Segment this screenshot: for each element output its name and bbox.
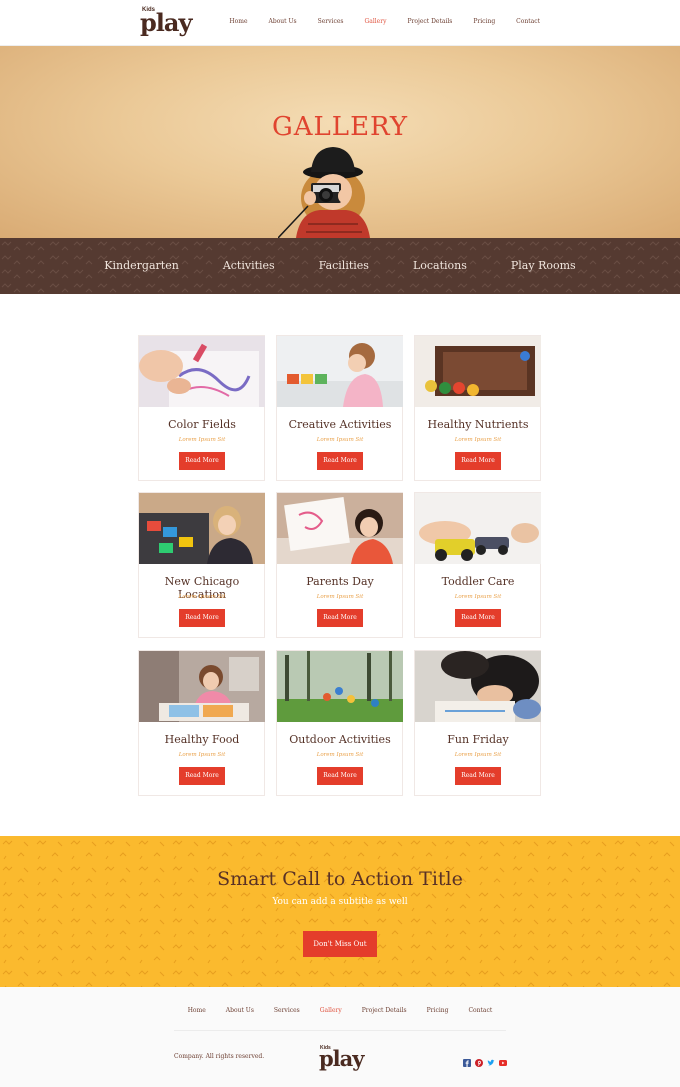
hero-banner: GALLERY [0,46,680,238]
copyright-text: Company. All rights reserved. [174,1053,265,1060]
footer-nav-about-us[interactable]: About Us [226,1007,254,1014]
card-subtitle: Lorem Ipsum Sit [178,594,226,600]
gallery-card-creative-activities: Creative Activities Lorem Ipsum Sit Read… [276,335,403,481]
gallery-image-fun-friday [415,651,541,722]
card-title: Color Fields [168,418,236,431]
category-bar: Kindergarten Activities Facilities Locat… [0,238,680,294]
gallery-card-healthy-food: Healthy Food Lorem Ipsum Sit Read More [138,650,265,796]
footer-nav-project-details[interactable]: Project Details [362,1007,407,1014]
cta-title: Smart Call to Action Title [217,868,463,890]
category-tabs: Kindergarten Activities Facilities Locat… [0,259,680,272]
card-subtitle: Lorem Ipsum Sit [316,594,364,600]
nav-gallery[interactable]: Gallery [364,18,386,25]
footer-nav-home[interactable]: Home [188,1007,206,1014]
card-title: Healthy Nutrients [427,418,529,431]
facebook-icon[interactable] [463,1054,471,1067]
page-title: GALLERY [272,112,408,142]
nav-contact[interactable]: Contact [516,18,540,25]
logo-play-text: play [140,8,192,37]
gallery-image-outdoor-activities [277,651,403,722]
read-more-button[interactable]: Read More [179,452,225,470]
read-more-button[interactable]: Read More [179,767,225,785]
card-subtitle: Lorem Ipsum Sit [454,752,502,758]
gallery-image-parents-day [277,493,403,564]
gallery-card-parents-day: Parents Day Lorem Ipsum Sit Read More [276,492,403,638]
card-title: Fun Friday [447,733,509,746]
card-title: Creative Activities [288,418,392,431]
card-subtitle: Lorem Ipsum Sit [178,437,226,443]
read-more-button[interactable]: Read More [317,609,363,627]
call-to-action-section: Smart Call to Action Title You can add a… [0,836,680,987]
gallery-image-healthy-food [139,651,265,722]
nav-about-us[interactable]: About Us [269,18,297,25]
read-more-button[interactable]: Read More [455,767,501,785]
card-title: Healthy Food [164,733,240,746]
nav-project-details[interactable]: Project Details [407,18,452,25]
gallery-image-toddler-care [415,493,541,564]
gallery-card-color-fields: Color Fields Lorem Ipsum Sit Read More [138,335,265,481]
gallery-card-new-chicago-location: New Chicago Location Lorem Ipsum Sit Rea… [138,492,265,638]
read-more-button[interactable]: Read More [179,609,225,627]
footer-nav-contact[interactable]: Contact [468,1007,492,1014]
nav-pricing[interactable]: Pricing [473,18,495,25]
category-kindergarten[interactable]: Kindergarten [104,259,179,272]
card-title: Outdoor Activities [289,733,391,746]
gallery-image-healthy-nutrients [415,336,541,407]
read-more-button[interactable]: Read More [455,609,501,627]
gallery-card-outdoor-activities: Outdoor Activities Lorem Ipsum Sit Read … [276,650,403,796]
cta-subtitle: You can add a subtitle as well [272,897,408,907]
twitter-icon[interactable] [487,1054,495,1066]
footer-nav-gallery[interactable]: Gallery [320,1007,342,1014]
card-subtitle: Lorem Ipsum Sit [454,594,502,600]
gallery-card-toddler-care: Toddler Care Lorem Ipsum Sit Read More [414,492,541,638]
cta-pattern [0,836,680,987]
footer-divider [174,1030,506,1031]
nav-home[interactable]: Home [229,18,247,25]
pinterest-icon[interactable] [475,1054,483,1067]
social-links [463,1054,507,1067]
site-footer: Home About Us Services Gallery Project D… [0,987,680,1087]
card-title: Parents Day [306,575,374,588]
read-more-button[interactable]: Read More [455,452,501,470]
card-subtitle: Lorem Ipsum Sit [316,437,364,443]
gallery-card-fun-friday: Fun Friday Lorem Ipsum Sit Read More [414,650,541,796]
category-play-rooms[interactable]: Play Rooms [511,259,576,272]
gallery-image-creative-activities [277,336,403,407]
card-subtitle: Lorem Ipsum Sit [454,437,502,443]
footer-nav-pricing[interactable]: Pricing [427,1007,449,1014]
hero-photo-child-with-camera [278,147,370,238]
gallery-image-new-chicago-location [139,493,265,564]
category-locations[interactable]: Locations [413,259,467,272]
card-subtitle: Lorem Ipsum Sit [178,752,226,758]
nav-services[interactable]: Services [318,18,344,25]
read-more-button[interactable]: Read More [317,767,363,785]
read-more-button[interactable]: Read More [317,452,363,470]
main-nav: Home About Us Services Gallery Project D… [208,18,540,25]
card-title: Toddler Care [441,575,515,588]
footer-logo-play-text: play [319,1046,364,1071]
category-facilities[interactable]: Facilities [319,259,369,272]
footer-nav-services[interactable]: Services [274,1007,300,1014]
cta-button[interactable]: Don't Miss Out [303,931,377,957]
site-logo[interactable]: Kids play [140,7,192,37]
footer-logo[interactable]: Kids play [319,1045,369,1075]
category-activities[interactable]: Activities [223,259,275,272]
gallery-image-color-fields [139,336,265,407]
footer-nav: Home About Us Services Gallery Project D… [0,1007,680,1014]
site-header: Kids play Home About Us Services Gallery… [0,0,680,46]
card-subtitle: Lorem Ipsum Sit [316,752,364,758]
youtube-icon[interactable] [499,1054,507,1066]
gallery-card-healthy-nutrients: Healthy Nutrients Lorem Ipsum Sit Read M… [414,335,541,481]
